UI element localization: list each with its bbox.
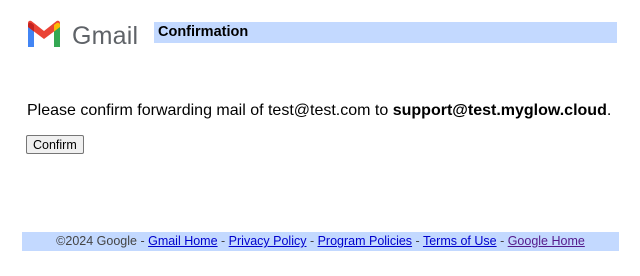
forwarding-address: support@test.myglow.cloud: [392, 102, 607, 119]
footer-separator: -: [136, 234, 149, 248]
gmail-home-link[interactable]: Gmail Home: [148, 234, 217, 248]
copyright-text: ©2024 Google: [56, 234, 137, 248]
confirm-button[interactable]: Confirm: [26, 135, 84, 154]
title-bar: Confirmation: [154, 22, 617, 43]
footer: ©2024 Google - Gmail Home - Privacy Poli…: [22, 232, 619, 251]
page-title: Confirmation: [158, 24, 249, 40]
footer-separator: -: [306, 234, 318, 248]
gmail-logo-text: Gmail: [72, 22, 139, 50]
message-prefix: Please confirm forwarding mail of test@t…: [27, 102, 393, 119]
footer-separator: -: [412, 234, 423, 248]
program-policies-link[interactable]: Program Policies: [318, 234, 412, 248]
footer-separator: -: [496, 234, 508, 248]
confirmation-message: Please confirm forwarding mail of test@t…: [27, 101, 611, 121]
google-home-link[interactable]: Google Home: [508, 234, 585, 248]
privacy-policy-link[interactable]: Privacy Policy: [229, 234, 307, 248]
terms-of-use-link[interactable]: Terms of Use: [423, 234, 497, 248]
footer-separator: -: [217, 234, 229, 248]
message-suffix: .: [606, 102, 612, 119]
